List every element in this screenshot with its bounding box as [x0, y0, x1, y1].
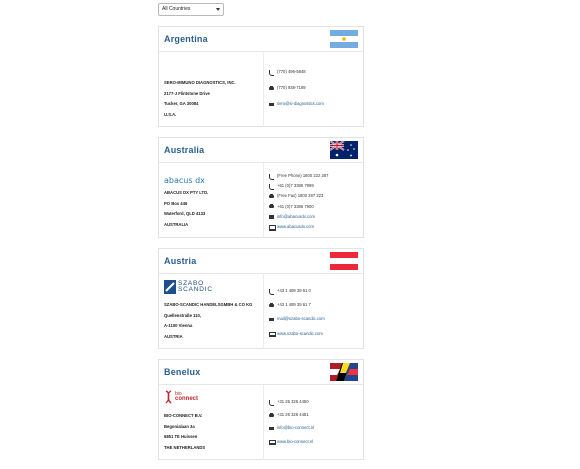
company-name: SERO-IMMUNO DIAGNOSTICS, INC. — [164, 80, 236, 85]
address-line: THE NETHERLANDS — [164, 444, 206, 450]
contact-phone: +43 1 489 39 61 0 — [269, 286, 361, 296]
bio-connect-logo: bio connect — [164, 390, 198, 404]
email-icon — [269, 102, 274, 107]
address-block: SERO-IMMUNO DIAGNOSTICS, INC. 2177-J Fli… — [164, 78, 260, 120]
column-divider — [263, 274, 264, 349]
address-line: U.S.A. — [164, 111, 177, 117]
distributor-card-benelux: Benelux bio connect BIO-CONNECT B.V. Beg… — [158, 359, 364, 460]
contact-fax: (770) 938-7189 — [269, 83, 361, 93]
contact-email-link[interactable]: info@bio-connect.nl — [269, 423, 361, 433]
card-header: Australia — [159, 138, 363, 163]
company-name: ABACUS DX PTY LTD. — [164, 190, 209, 195]
distributor-card-argentina: Argentina SERO-IMMUNO DIAGNOSTICS, INC. … — [158, 26, 364, 127]
phone-icon — [269, 288, 274, 295]
contact-phone: (770) 496-5848 — [269, 67, 361, 77]
address-block: SZABO-SCANDIC HANDELSGMBH & CO KG Quelle… — [164, 300, 260, 342]
column-divider — [263, 385, 264, 460]
address-block: ABACUS DX PTY LTD. PO Box 446 Waterford,… — [164, 188, 260, 230]
contact-website-link[interactable]: www.szabo-scandic.com — [268, 329, 361, 339]
benelux-flag-icon — [330, 363, 358, 381]
country-filter-value: All Countries — [162, 6, 191, 12]
contact-fax: +43 1 489 39 61 7 — [269, 300, 361, 310]
address-block: BIO-CONNECT B.V. Begonialaan 3a 6851 TE … — [164, 411, 260, 453]
contact-email-link[interactable]: mail@szabo-scandic.com — [269, 314, 361, 324]
web-icon — [268, 439, 276, 446]
country-title: Austria — [164, 256, 197, 266]
email-icon — [269, 214, 274, 219]
email-icon — [269, 426, 274, 431]
column-divider — [263, 52, 264, 127]
chevron-down-icon — [216, 8, 220, 11]
fax-icon — [269, 204, 274, 209]
address-line: A-1100 Vienna — [164, 323, 193, 328]
address-line: 2177-J Flintstone Drive — [164, 90, 210, 96]
card-header: Austria — [159, 249, 363, 274]
szabo-scandic-logo: SZABO SCANDIC — [164, 280, 213, 294]
company-name: SZABO-SCANDIC HANDELSGMBH & CO KG — [164, 302, 253, 307]
phone-icon — [269, 399, 274, 406]
contact-fax: (Free Fax) 1800 287 223 — [269, 191, 361, 201]
contact-fax: +61 (0)7 3386 7900 — [269, 202, 361, 212]
contact-fax: +31 26 326 4451 — [269, 410, 361, 420]
web-icon — [268, 225, 276, 231]
email-icon — [269, 317, 274, 322]
contact-list: +31 26 326 4450 +31 26 326 4451 info@bio… — [268, 397, 361, 447]
country-title: Benelux — [164, 367, 201, 377]
contact-email-link[interactable]: sero@si-diagnostics.com — [269, 99, 361, 109]
contact-list: (770) 496-5848 (770) 938-7189 sero@si-di… — [269, 67, 361, 110]
fax-icon — [269, 412, 274, 418]
address-line: AUSTRALIA — [164, 221, 189, 227]
address-line: Quellenstraße 110, — [164, 312, 202, 318]
address-line: Tucker, GA 30084 — [164, 101, 199, 106]
phone-icon — [269, 173, 274, 180]
phone-icon — [269, 69, 274, 76]
austria-flag-icon — [330, 252, 358, 270]
contact-phone: +61 (0)7 3386 7999 — [269, 181, 361, 191]
contact-website-link[interactable]: www.bio-connect.nl — [268, 437, 361, 447]
address-line: Waterford, QLD 4133 — [164, 211, 206, 216]
fax-icon — [269, 302, 274, 308]
contact-website-link[interactable]: www.abacusdx.com — [268, 222, 361, 232]
card-header: Argentina — [159, 27, 363, 52]
address-line: 6851 TE Huissen — [164, 434, 198, 439]
distributor-card-australia: Australia abacus dx ABACUS DX PTY LTD. P… — [158, 137, 364, 238]
australia-flag-icon — [330, 141, 358, 159]
address-line: PO Box 446 — [164, 200, 188, 206]
phone-icon — [269, 183, 274, 190]
country-title: Australia — [164, 145, 205, 155]
argentina-flag-icon — [330, 30, 358, 48]
web-icon — [268, 331, 276, 338]
abacus-dx-logo: abacus dx — [164, 176, 205, 185]
distributor-card-austria: Austria SZABO SCANDIC SZABO-SCANDIC HAND… — [158, 248, 364, 349]
contact-list: +43 1 489 39 61 0 +43 1 489 39 61 7 mail… — [268, 286, 361, 339]
contact-phone: +31 26 326 4450 — [269, 397, 361, 407]
address-line: AUSTRIA — [164, 333, 183, 339]
contact-list: (Free Phone) 1800 222 287 +61 (0)7 3386 … — [268, 171, 361, 232]
country-title: Argentina — [164, 34, 208, 44]
column-divider — [263, 163, 264, 238]
address-line: Begonialaan 3a — [164, 423, 195, 429]
company-name: BIO-CONNECT B.V. — [164, 413, 203, 418]
contact-phone: (Free Phone) 1800 222 287 — [269, 171, 361, 181]
card-header: Benelux — [159, 360, 363, 385]
bio-connect-logo-mark-icon — [165, 390, 172, 404]
contact-email-link[interactable]: info@abacusdx.com — [269, 212, 361, 222]
fax-icon — [269, 85, 274, 91]
fax-icon — [269, 193, 274, 199]
country-filter-select[interactable]: All Countries — [158, 3, 224, 16]
szabo-logo-mark-icon — [164, 280, 176, 294]
